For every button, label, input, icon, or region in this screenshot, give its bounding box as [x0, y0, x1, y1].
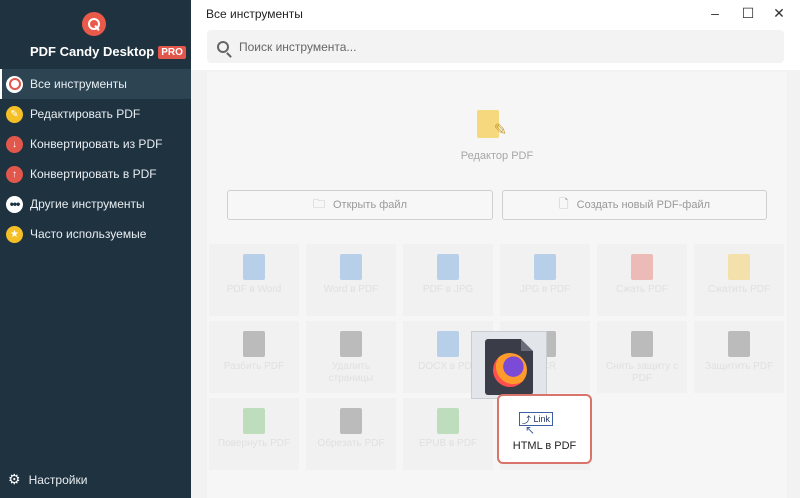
- open-file-button[interactable]: 🗀 Открыть файл: [227, 190, 493, 220]
- sidebar-item-label: Конвертировать в PDF: [30, 167, 157, 181]
- tool-tile[interactable]: Защитить PDF: [694, 321, 784, 393]
- tool-tile-label: Сжатить PDF: [707, 284, 771, 295]
- all-tools-icon: [6, 75, 23, 93]
- new-file-icon: 🗋: [558, 196, 569, 211]
- tool-tile-label: Повернуть PDF: [217, 438, 291, 449]
- pro-badge: PRO: [158, 46, 186, 59]
- tool-tile-label: PDF в Word: [226, 284, 282, 295]
- search-input[interactable]: [239, 39, 739, 54]
- file-icon: [485, 339, 533, 395]
- tool-tile-label: HTML в PDF: [512, 440, 577, 452]
- tool-icon: [340, 408, 362, 434]
- tool-icon: [340, 331, 362, 357]
- folder-icon: 🗀: [312, 196, 325, 211]
- tool-tile[interactable]: Обрезать PDF: [306, 398, 396, 470]
- tool-icon: [534, 254, 556, 280]
- tool-icon: [243, 408, 265, 434]
- sidebar-item-label: Конвертировать из PDF: [30, 137, 163, 151]
- page-title: Все инструменты: [206, 7, 303, 21]
- more-dots-icon: •••: [6, 195, 23, 213]
- tool-icon: [728, 254, 750, 280]
- tool-tile-label: JPG в PDF: [519, 284, 571, 295]
- tool-icon: [340, 254, 362, 280]
- tool-tile-label: EPUB в PDF: [418, 438, 478, 449]
- sidebar-nav: Все инструменты ✎ Редактировать PDF ↓ Ко…: [0, 69, 191, 249]
- sidebar-item-all-tools[interactable]: Все инструменты: [0, 69, 191, 99]
- sidebar-item-convert-from-pdf[interactable]: ↓ Конвертировать из PDF: [0, 129, 191, 159]
- brand-name: PDF Candy Desktop PRO: [30, 44, 186, 59]
- tool-tile-label: Обрезать PDF: [317, 438, 385, 449]
- tool-tile[interactable]: Сжать PDF: [597, 244, 687, 316]
- pdf-editor-label: Редактор PDF: [460, 150, 534, 162]
- tool-tile[interactable]: Снять защиту с PDF: [597, 321, 687, 393]
- tool-tile-label: Разбить PDF: [223, 361, 285, 372]
- settings-label: Настройки: [28, 472, 88, 487]
- search-icon: [217, 40, 229, 53]
- tool-icon: [243, 254, 265, 280]
- tool-tile[interactable]: PDF в JPG: [403, 244, 493, 316]
- tool-icon: [437, 408, 459, 434]
- arrow-down-icon: ↓: [6, 135, 23, 153]
- close-button[interactable]: ✕: [769, 3, 789, 23]
- search-box[interactable]: [207, 30, 784, 63]
- tool-tile[interactable]: EPUB в PDF: [403, 398, 493, 470]
- arrow-up-icon: ↑: [6, 165, 23, 183]
- tool-icon: [243, 331, 265, 357]
- settings-button[interactable]: ⚙ Настройки: [8, 471, 87, 488]
- tool-tile[interactable]: Разбить PDF: [209, 321, 299, 393]
- tool-tile[interactable]: Word в PDF: [306, 244, 396, 316]
- tool-tile-label: Сжать PDF: [615, 284, 669, 295]
- title-bar: Все инструменты – ☐ ✕: [191, 0, 800, 30]
- sidebar-item-label: Редактировать PDF: [30, 107, 141, 121]
- gear-icon: ⚙: [8, 471, 21, 487]
- tool-tile-html-to-pdf[interactable]: ⤴ Link ↖ HTML в PDF: [497, 394, 592, 464]
- sidebar-item-label: Другие инструменты: [30, 197, 145, 211]
- sidebar-item-edit-pdf[interactable]: ✎ Редактировать PDF: [0, 99, 191, 129]
- tool-icon: [631, 331, 653, 357]
- tool-icon: [437, 331, 459, 357]
- sidebar: PDF Candy Desktop PRO Все инструменты ✎ Р…: [0, 0, 191, 498]
- tool-tile-label: Снять защиту с PDF: [605, 361, 679, 384]
- search-area: [191, 30, 800, 70]
- logo: PDF Candy Desktop PRO: [0, 6, 191, 68]
- sidebar-item-other-tools[interactable]: ••• Другие инструменты: [0, 189, 191, 219]
- maximize-button[interactable]: ☐: [738, 3, 758, 23]
- firefox-icon: [493, 353, 527, 387]
- tool-tile-label: Word в PDF: [323, 284, 379, 295]
- tool-tile-label: Защитить PDF: [704, 361, 774, 372]
- tool-tile[interactable]: Сжатить PDF: [694, 244, 784, 316]
- pdf-editor-icon: [477, 110, 507, 140]
- tool-tile[interactable]: Повернуть PDF: [209, 398, 299, 470]
- create-new-pdf-button[interactable]: 🗋 Создать новый PDF-файл: [502, 190, 767, 220]
- tool-tile[interactable]: PDF в Word: [209, 244, 299, 316]
- sidebar-item-label: Все инструменты: [30, 77, 127, 91]
- pencil-icon: ✎: [6, 105, 23, 123]
- tool-tile[interactable]: JPG в PDF: [500, 244, 590, 316]
- star-icon: ★: [6, 225, 23, 243]
- sidebar-item-label: Часто используемые: [30, 227, 147, 241]
- dragged-file[interactable]: [471, 331, 547, 399]
- tool-tile[interactable]: Удалить страницы: [306, 321, 396, 393]
- tool-tile-label: PDF в JPG: [422, 284, 474, 295]
- main-panel: Все инструменты – ☐ ✕ Редактор PDF 🗀 Отк…: [191, 0, 800, 498]
- tool-icon: [728, 331, 750, 357]
- sidebar-item-convert-to-pdf[interactable]: ↑ Конвертировать в PDF: [0, 159, 191, 189]
- tool-icon: [437, 254, 459, 280]
- cursor-arrow-icon: ↖: [525, 423, 536, 437]
- candy-logo-icon: [82, 12, 106, 36]
- tool-tile-label: Удалить страницы: [328, 361, 374, 384]
- minimize-button[interactable]: –: [705, 3, 725, 23]
- sidebar-item-frequently-used[interactable]: ★ Часто используемые: [0, 219, 191, 249]
- pdf-editor-card[interactable]: Редактор PDF 🗀 Открыть файл 🗋 Создать но…: [207, 72, 787, 232]
- tool-icon: [631, 254, 653, 280]
